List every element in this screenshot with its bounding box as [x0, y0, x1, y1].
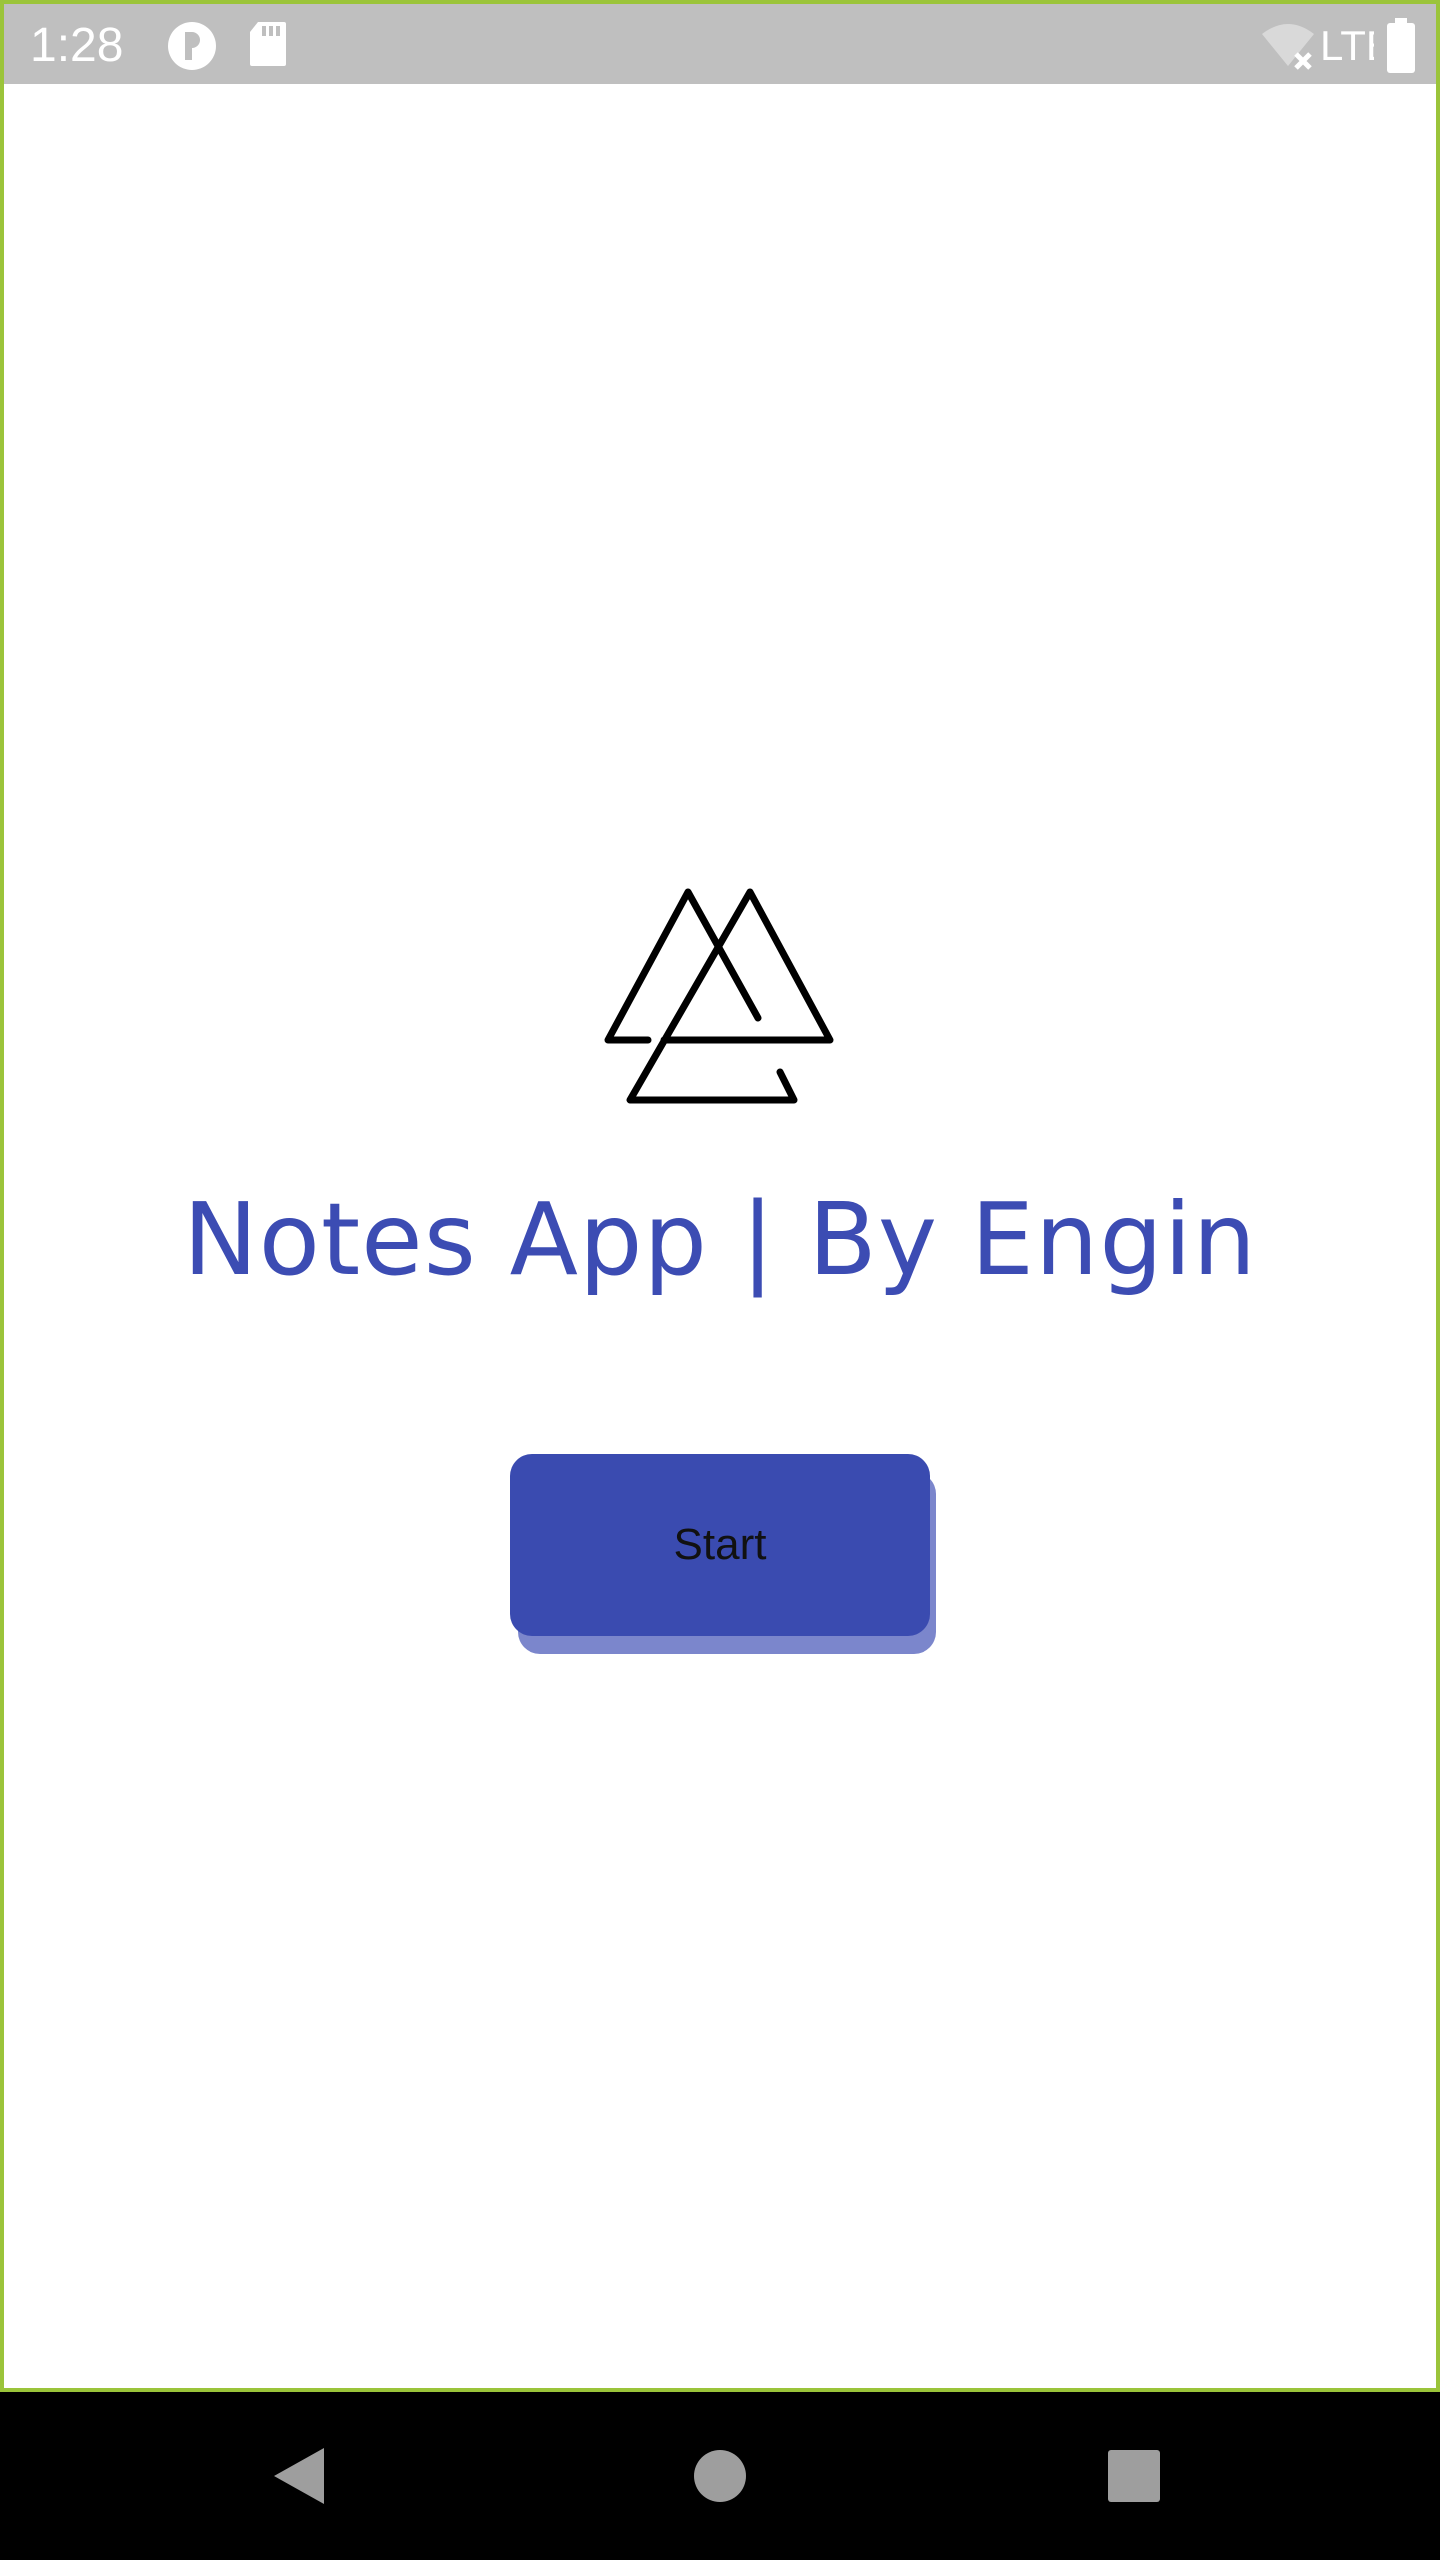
app-screen: 1:28 LTE	[0, 0, 1440, 2560]
back-icon	[274, 2448, 324, 2504]
home-icon	[694, 2450, 746, 2502]
wifi-off-icon	[1260, 20, 1316, 72]
status-time: 1:28	[30, 19, 124, 72]
battery-icon	[1386, 18, 1416, 73]
recents-icon	[1108, 2450, 1160, 2502]
recents-button[interactable]	[1094, 2436, 1174, 2516]
navigation-bar	[0, 2392, 1440, 2560]
lte-icon: LTE	[1320, 18, 1374, 70]
triangles-logo-icon	[604, 886, 836, 1106]
back-button[interactable]	[260, 2436, 340, 2516]
app-title: Notes App | By Engin	[182, 1181, 1257, 1298]
status-bar: 1:28 LTE	[0, 0, 1440, 84]
home-button[interactable]	[680, 2436, 760, 2516]
sd-card-icon	[248, 20, 288, 72]
svg-text:LTE: LTE	[1320, 22, 1374, 69]
app-notification-icon	[166, 20, 218, 72]
start-button[interactable]: Start	[510, 1454, 930, 1636]
